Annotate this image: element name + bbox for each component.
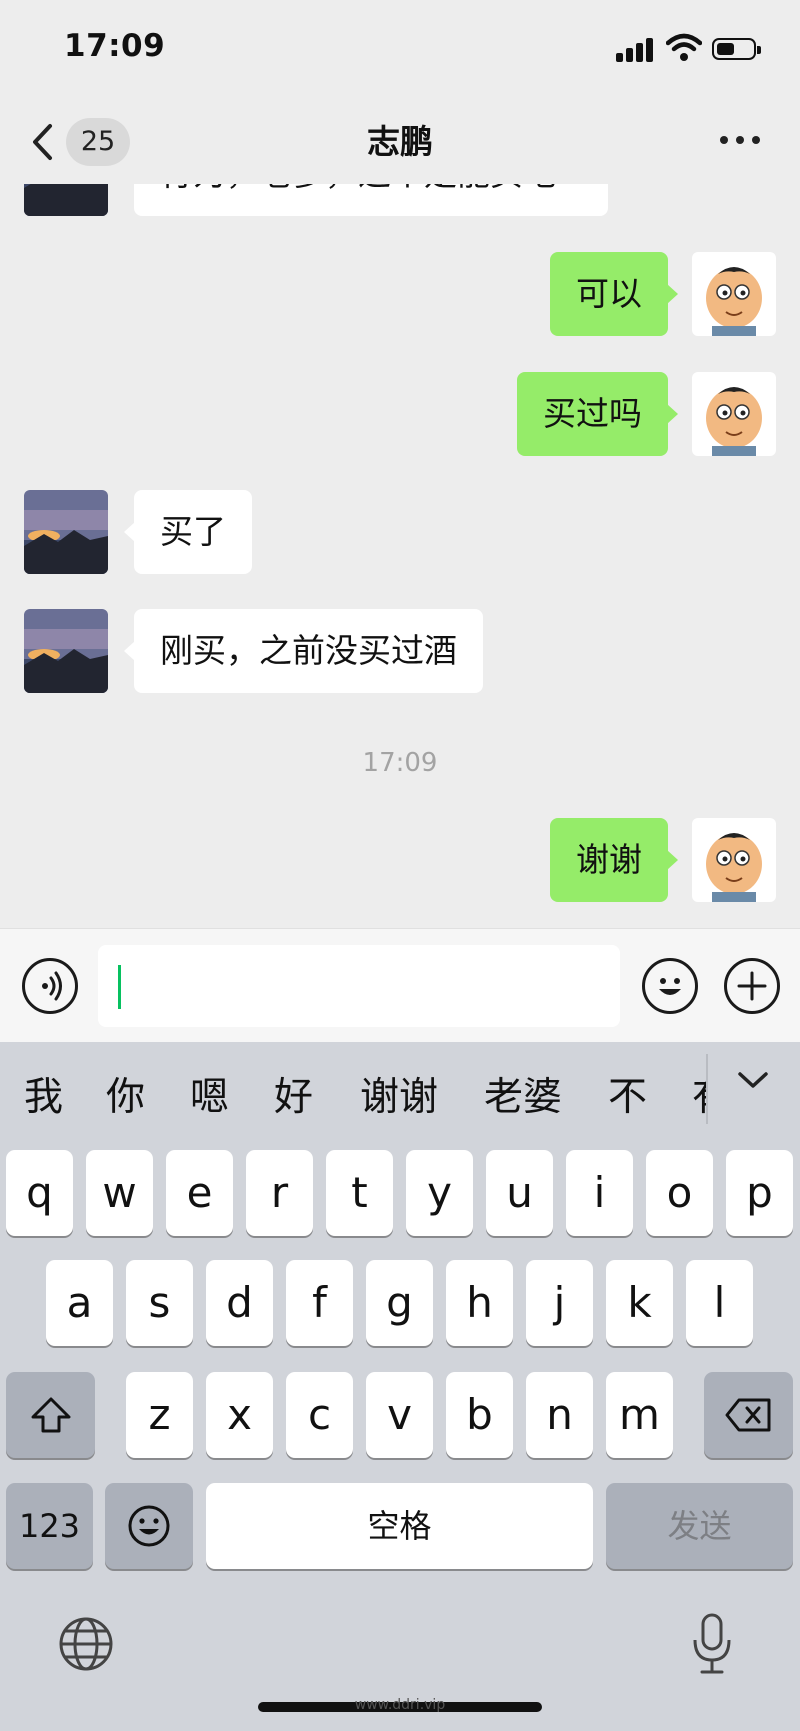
candidate-divider [706, 1054, 708, 1124]
key-p[interactable]: p [726, 1150, 793, 1236]
candidate-bar: 我 你 嗯 好 谢谢 老婆 不 有 [0, 1042, 800, 1142]
space-key[interactable]: 空格 [206, 1483, 593, 1569]
key-k[interactable]: k [606, 1260, 673, 1346]
send-key[interactable]: 发送 [606, 1483, 793, 1569]
my-avatar[interactable] [692, 372, 776, 456]
key-u[interactable]: u [486, 1150, 553, 1236]
key-e[interactable]: e [166, 1150, 233, 1236]
key-h[interactable]: h [446, 1260, 513, 1346]
candidate-word[interactable]: 我 [24, 1066, 63, 1122]
contact-avatar[interactable] [24, 609, 108, 693]
emoji-button[interactable] [642, 958, 698, 1014]
key-v[interactable]: v [366, 1372, 433, 1458]
message-bubble-outgoing[interactable]: 谢谢 [550, 818, 678, 902]
contact-avatar[interactable] [24, 490, 108, 574]
backspace-icon [725, 1398, 770, 1432]
key-s[interactable]: s [126, 1260, 193, 1346]
text-caret [118, 965, 121, 1009]
emoji-key[interactable] [105, 1483, 193, 1569]
globe-icon[interactable] [58, 1616, 114, 1672]
key-r[interactable]: r [246, 1150, 313, 1236]
key-q[interactable]: q [6, 1150, 73, 1236]
battery-icon [712, 38, 761, 60]
key-z[interactable]: z [126, 1372, 193, 1458]
status-time: 17:09 [64, 28, 166, 64]
more-options-icon[interactable] [720, 136, 760, 146]
keyboard: 我 你 嗯 好 谢谢 老婆 不 有 q w e r t y u i o p a … [0, 1042, 800, 1731]
microphone-icon[interactable] [690, 1612, 734, 1676]
shift-key[interactable] [6, 1372, 95, 1458]
candidate-word[interactable]: 老婆 [484, 1066, 562, 1122]
my-avatar[interactable] [692, 818, 776, 902]
message-bubble-outgoing[interactable]: 可以 [550, 252, 678, 336]
chat-title: 志鹏 [367, 122, 433, 161]
watermark-text: www.ddri.vip [354, 1697, 446, 1713]
message-input-bar [0, 928, 800, 1043]
message-bubble-incoming[interactable]: 买了 [124, 490, 252, 574]
key-l[interactable]: l [686, 1260, 753, 1346]
plus-icon [737, 971, 767, 1001]
smiley-icon [659, 978, 681, 995]
candidate-word[interactable]: 谢谢 [360, 1066, 438, 1122]
message-text-input[interactable] [98, 945, 620, 1027]
message-bubble-outgoing[interactable]: 买过吗 [517, 372, 678, 456]
candidate-word[interactable]: 嗯 [190, 1066, 229, 1122]
unread-count-badge[interactable]: 25 [66, 118, 130, 166]
voice-input-button[interactable] [22, 958, 78, 1014]
more-functions-button[interactable] [724, 958, 780, 1014]
back-chevron-icon[interactable] [28, 122, 58, 162]
candidate-word[interactable]: 你 [106, 1066, 145, 1122]
message-bubble-incoming[interactable]: 刚买，之前没买过酒 [124, 609, 483, 693]
key-c[interactable]: c [286, 1372, 353, 1458]
key-f[interactable]: f [286, 1260, 353, 1346]
key-b[interactable]: b [446, 1372, 513, 1458]
key-d[interactable]: d [206, 1260, 273, 1346]
chat-message-list[interactable]: 行为，老爹，这个是能买吧 可以 买过吗 买了 刚买，之前没买过酒 17:09 谢… [0, 184, 800, 928]
wifi-icon [666, 33, 702, 61]
key-j[interactable]: j [526, 1260, 593, 1346]
numbers-key[interactable]: 123 [6, 1483, 93, 1569]
cellular-signal-icon [616, 36, 656, 62]
message-bubble-incoming[interactable]: 行为，老爹，这个是能买吧 [134, 184, 608, 216]
voice-wave-icon [42, 971, 62, 1001]
candidate-word[interactable]: 好 [274, 1066, 313, 1122]
key-t[interactable]: t [326, 1150, 393, 1236]
message-timestamp: 17:09 [362, 748, 438, 778]
key-x[interactable]: x [206, 1372, 273, 1458]
key-n[interactable]: n [526, 1372, 593, 1458]
contact-avatar[interactable] [24, 184, 108, 216]
key-g[interactable]: g [366, 1260, 433, 1346]
key-o[interactable]: o [646, 1150, 713, 1236]
key-i[interactable]: i [566, 1150, 633, 1236]
key-a[interactable]: a [46, 1260, 113, 1346]
emoji-icon [128, 1505, 170, 1547]
candidate-word[interactable]: 有 [692, 1066, 706, 1122]
my-avatar[interactable] [692, 252, 776, 336]
key-y[interactable]: y [406, 1150, 473, 1236]
candidate-word[interactable]: 不 [608, 1066, 647, 1122]
expand-candidates-chevron-icon[interactable] [736, 1070, 770, 1092]
delete-key[interactable] [704, 1372, 793, 1458]
shift-arrow-icon [31, 1397, 70, 1433]
key-w[interactable]: w [86, 1150, 153, 1236]
key-m[interactable]: m [606, 1372, 673, 1458]
